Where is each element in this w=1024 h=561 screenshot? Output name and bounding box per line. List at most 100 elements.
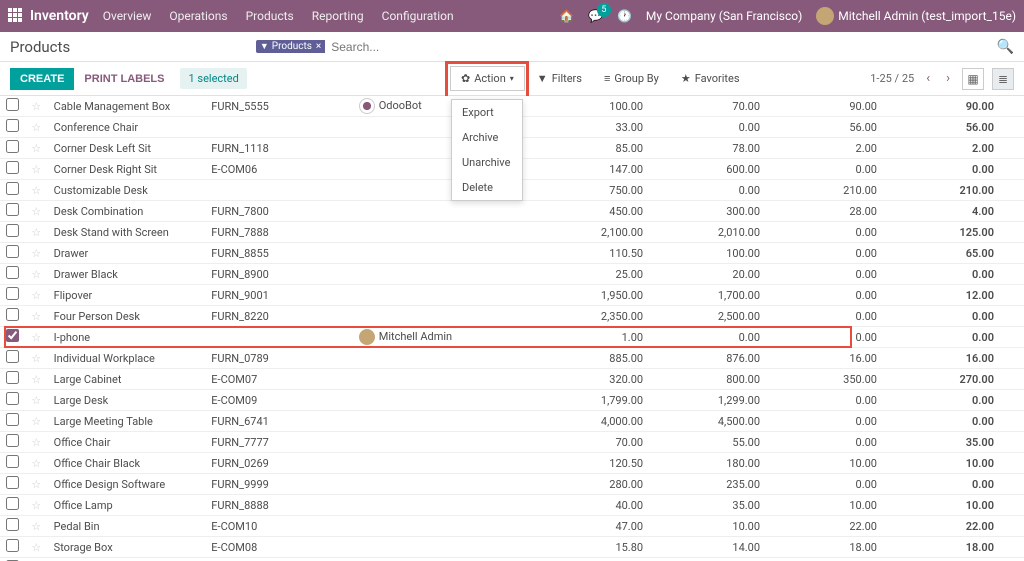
forecasted-qty: 0.00 [907,306,1024,327]
star-icon[interactable]: ☆ [25,390,47,411]
star-icon[interactable]: ☆ [25,159,47,180]
star-icon[interactable]: ☆ [25,327,47,348]
table-row[interactable]: ☆Large DeskE-COM091,799.001,299.000.000.… [0,390,1024,411]
row-checkbox[interactable] [6,119,19,132]
row-checkbox[interactable] [6,434,19,447]
table-row[interactable]: ☆Four Person DeskFURN_82202,350.002,500.… [0,306,1024,327]
filters-button[interactable]: ▼Filters [527,67,592,90]
row-checkbox[interactable] [6,497,19,510]
star-icon[interactable]: ☆ [25,264,47,285]
row-checkbox[interactable] [6,413,19,426]
row-checkbox[interactable] [6,539,19,552]
tray-clock-icon[interactable]: 🕐 [617,9,632,23]
row-checkbox[interactable] [6,98,19,111]
nav-reporting[interactable]: Reporting [312,9,364,23]
action-delete[interactable]: Delete [452,175,522,200]
apps-icon[interactable] [8,8,24,24]
table-row[interactable]: ☆Three-Seat SofaFURN_89991,500.001,000.0… [0,558,1024,561]
nav-overview[interactable]: Overview [103,9,152,23]
brand[interactable]: Inventory [30,8,89,24]
nav-operations[interactable]: Operations [169,9,227,23]
facet-close-icon[interactable]: × [316,41,321,52]
star-icon[interactable]: ☆ [25,453,47,474]
user-menu[interactable]: Mitchell Admin (test_import_15e) [816,7,1016,25]
company-switcher[interactable]: My Company (San Francisco) [646,9,802,23]
create-button[interactable]: CREATE [10,68,74,90]
star-icon[interactable]: ☆ [25,348,47,369]
row-checkbox[interactable] [6,287,19,300]
star-icon[interactable]: ☆ [25,558,47,561]
table-row[interactable]: ☆DrawerFURN_8855110.50100.000.0065.00 [0,243,1024,264]
search-icon[interactable]: 🔍 [997,39,1014,55]
star-icon[interactable]: ☆ [25,201,47,222]
row-checkbox[interactable] [6,140,19,153]
table-row[interactable]: ☆Large CabinetE-COM07320.00800.00350.002… [0,369,1024,390]
star-icon[interactable]: ☆ [25,285,47,306]
pager-next-icon[interactable]: › [942,71,954,86]
table-row[interactable]: ☆Desk CombinationFURN_7800450.00300.0028… [0,201,1024,222]
chat-badge: 5 [597,3,611,17]
row-checkbox[interactable] [6,350,19,363]
table-row[interactable]: ☆Office LampFURN_888840.0035.0010.0010.0… [0,495,1024,516]
row-checkbox[interactable] [6,203,19,216]
table-row[interactable]: ☆Office Design SoftwareFURN_9999280.0023… [0,474,1024,495]
star-icon[interactable]: ☆ [25,96,47,117]
tray-activities-icon[interactable]: 🏠 [559,9,574,23]
pager-prev-icon[interactable]: ‹ [922,71,934,86]
table-row[interactable]: ☆Pedal BinE-COM1047.0010.0022.0022.00 [0,516,1024,537]
row-checkbox[interactable] [6,455,19,468]
row-checkbox[interactable] [6,392,19,405]
action-unarchive[interactable]: Unarchive [452,150,522,175]
star-icon[interactable]: ☆ [25,138,47,159]
groupby-button[interactable]: ≡Group By [594,67,669,90]
pager[interactable]: 1-25 / 25 [870,72,914,85]
kanban-view-button[interactable]: ▦ [962,68,984,90]
table-row[interactable]: ☆I-phoneMitchell Admin1.000.000.000.00 [0,327,1024,348]
table-row[interactable]: ☆Individual WorkplaceFURN_0789885.00876.… [0,348,1024,369]
nav-products[interactable]: Products [246,9,294,23]
star-icon[interactable]: ☆ [25,369,47,390]
sales-price: 320.00 [556,369,673,390]
table-row[interactable]: ☆Office ChairFURN_777770.0055.000.0035.0… [0,432,1024,453]
nav-configuration[interactable]: Configuration [382,9,454,23]
row-checkbox[interactable] [6,329,19,342]
star-icon[interactable]: ☆ [25,117,47,138]
search-input[interactable] [325,38,625,56]
action-dropdown-button[interactable]: ✿Action▾ ExportArchiveUnarchiveDelete [450,66,525,91]
star-icon[interactable]: ☆ [25,474,47,495]
product-name: Corner Desk Left Sit [48,138,206,159]
row-checkbox[interactable] [6,476,19,489]
table-row[interactable]: ☆Desk Stand with ScreenFURN_78882,100.00… [0,222,1024,243]
cost: 2,500.00 [673,306,790,327]
favorites-button[interactable]: ★Favorites [671,67,750,90]
action-export[interactable]: Export [452,100,522,125]
row-checkbox[interactable] [6,182,19,195]
table-row[interactable]: ☆Office Chair BlackFURN_0269120.50180.00… [0,453,1024,474]
action-archive[interactable]: Archive [452,125,522,150]
table-row[interactable]: ☆FlipoverFURN_90011,950.001,700.000.0012… [0,285,1024,306]
star-icon[interactable]: ☆ [25,243,47,264]
star-icon[interactable]: ☆ [25,411,47,432]
star-icon[interactable]: ☆ [25,306,47,327]
star-icon[interactable]: ☆ [25,180,47,201]
star-icon[interactable]: ☆ [25,516,47,537]
tray-messages-icon[interactable]: 💬5 [588,9,603,23]
table-row[interactable]: ☆Large Meeting TableFURN_67414,000.004,5… [0,411,1024,432]
list-view-button[interactable]: ≣ [992,68,1014,90]
table-row[interactable]: ☆Drawer BlackFURN_890025.0020.000.000.00 [0,264,1024,285]
row-checkbox[interactable] [6,266,19,279]
selection-count[interactable]: 1 selected [180,68,246,89]
star-icon[interactable]: ☆ [25,222,47,243]
row-checkbox[interactable] [6,224,19,237]
row-checkbox[interactable] [6,371,19,384]
star-icon[interactable]: ☆ [25,432,47,453]
row-checkbox[interactable] [6,308,19,321]
row-checkbox[interactable] [6,518,19,531]
row-checkbox[interactable] [6,245,19,258]
star-icon[interactable]: ☆ [25,495,47,516]
star-icon[interactable]: ☆ [25,537,47,558]
table-row[interactable]: ☆Storage BoxE-COM0815.8014.0018.0018.00 [0,537,1024,558]
row-checkbox[interactable] [6,161,19,174]
search-facet[interactable]: ▼Products× [256,40,325,53]
print-labels-button[interactable]: PRINT LABELS [74,68,174,90]
